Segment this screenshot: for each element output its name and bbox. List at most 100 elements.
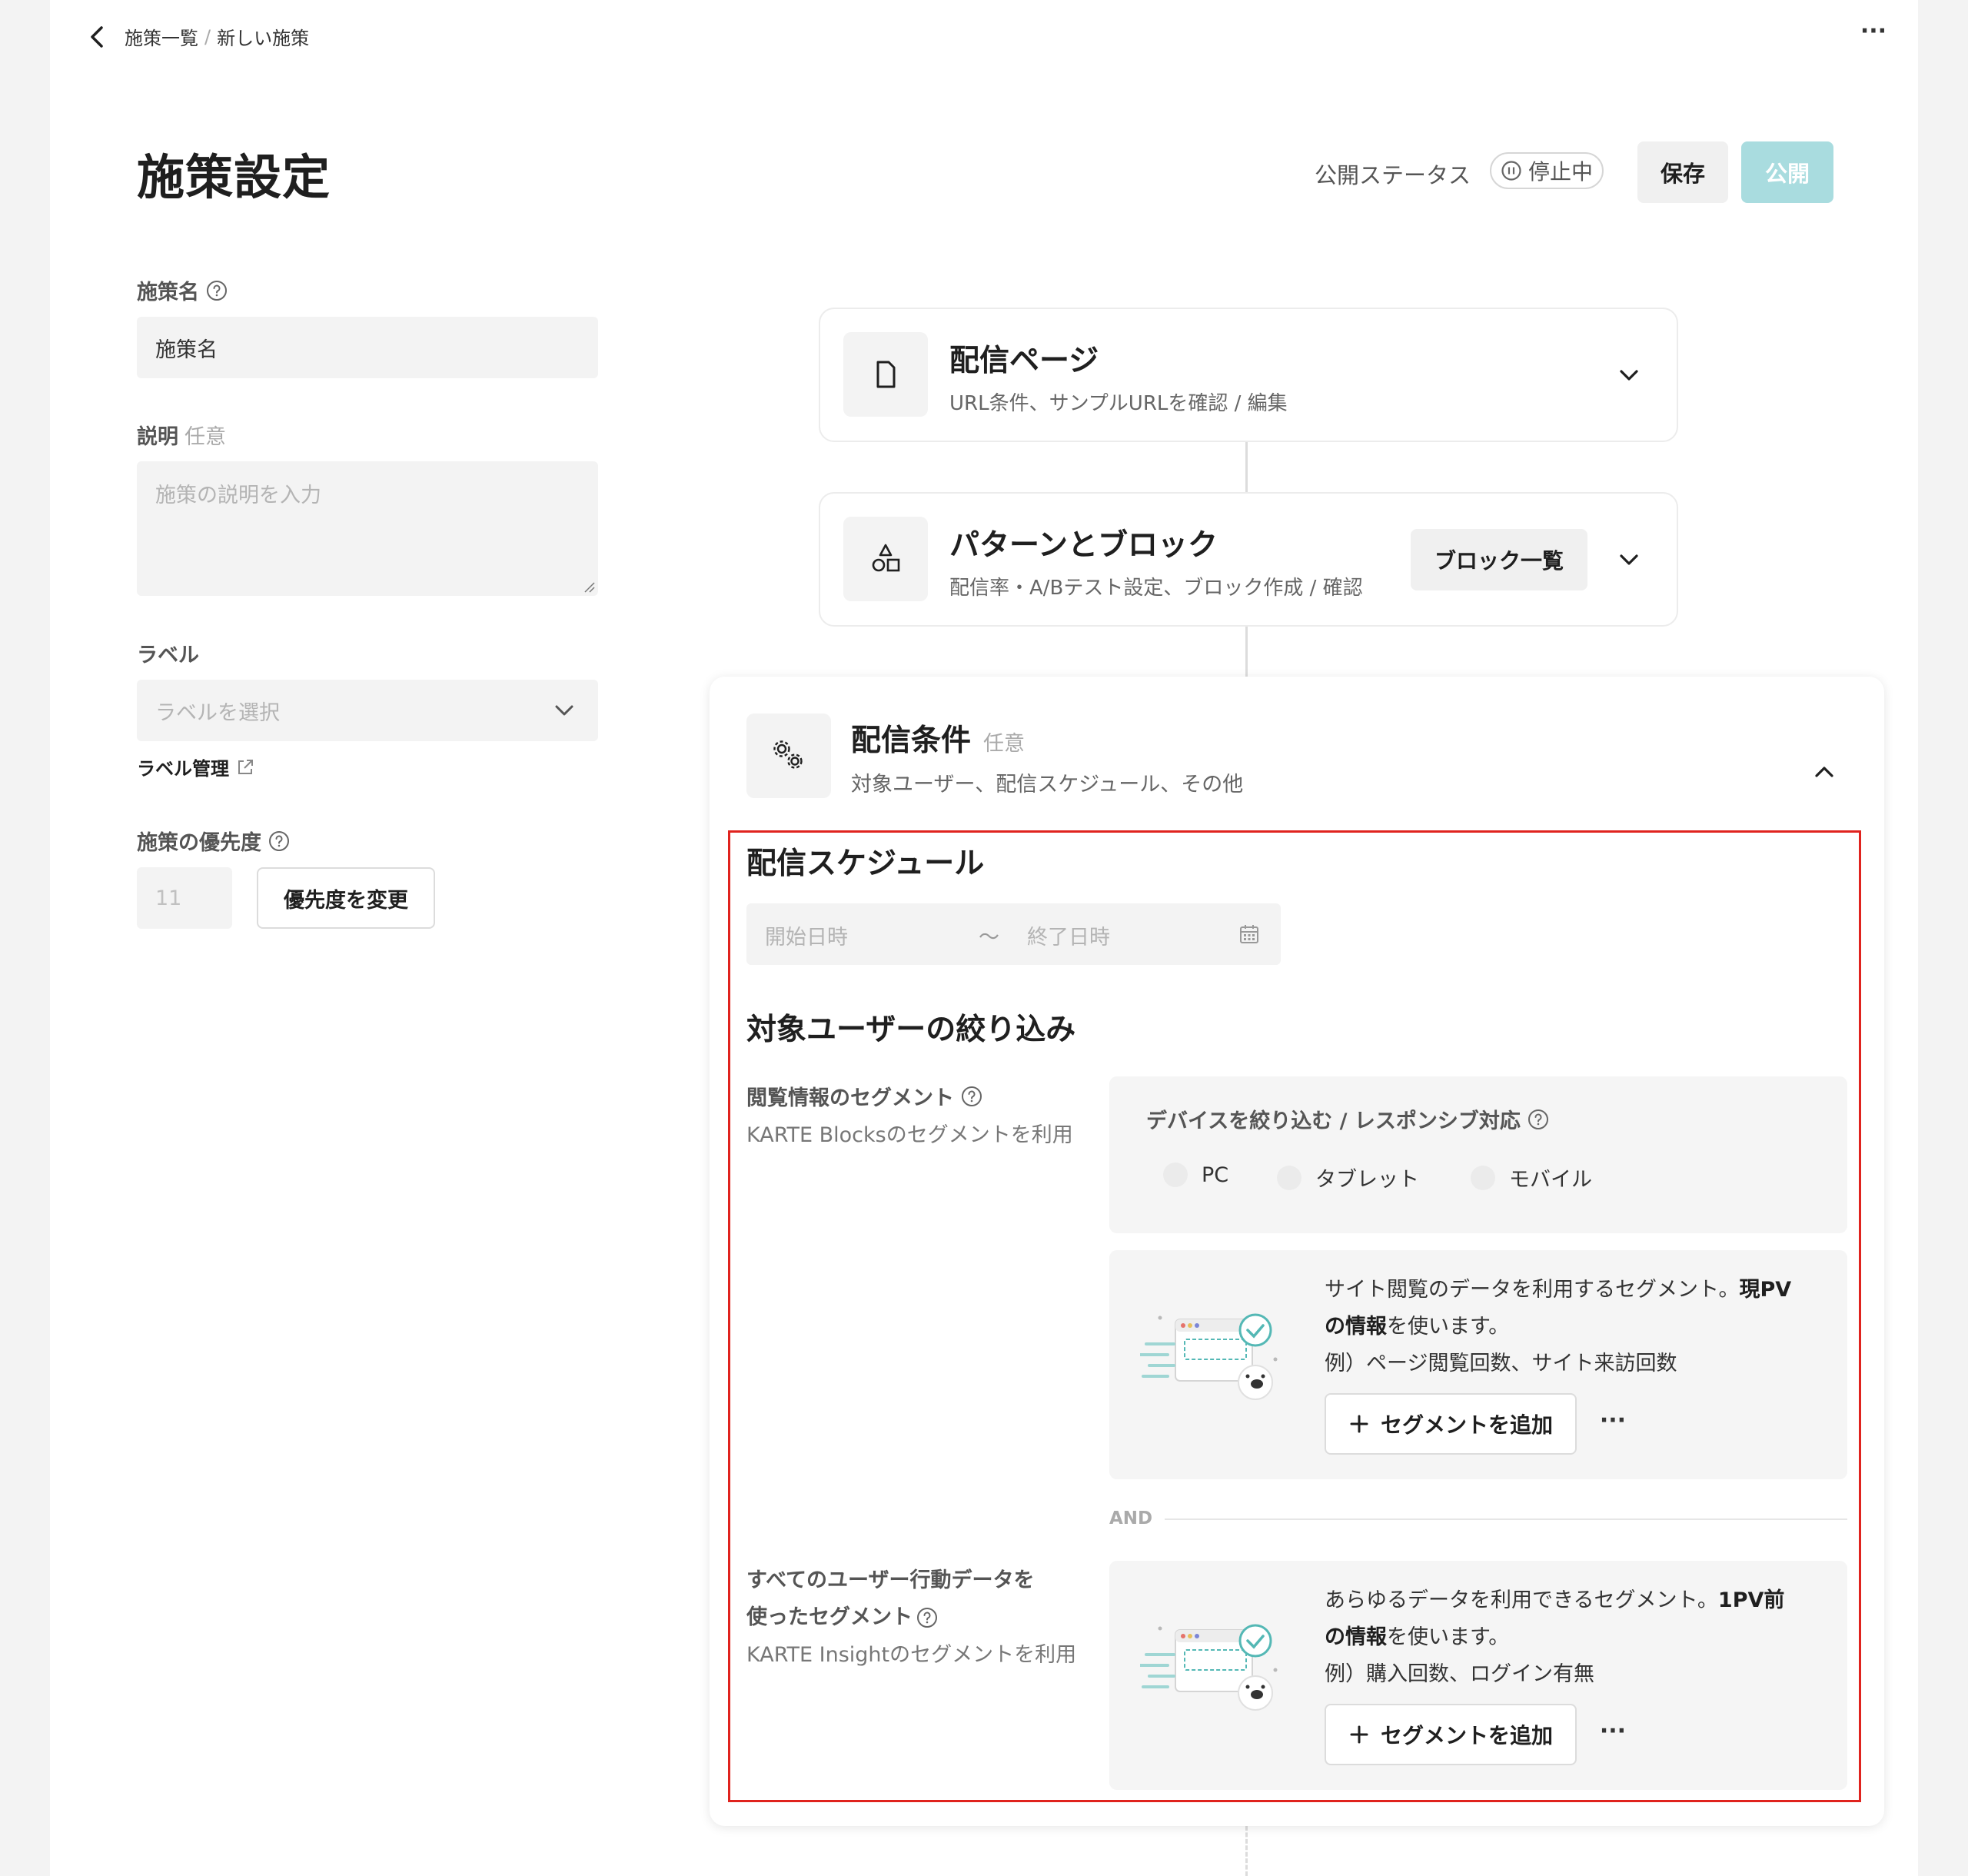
name-input[interactable]: 施策名 [137, 317, 598, 378]
description-text: サイト閲覧のデータを利用するセグメント。 [1325, 1278, 1740, 1302]
plus-icon [1350, 1415, 1368, 1433]
description-bold: 1PV前 [1717, 1588, 1785, 1612]
radio-button[interactable] [1471, 1165, 1495, 1190]
chevron-down-icon[interactable] [1614, 544, 1644, 575]
help-icon[interactable] [916, 1606, 939, 1629]
help-icon[interactable] [960, 1085, 983, 1108]
add-segment-button[interactable]: セグメントを追加 [1325, 1393, 1577, 1455]
breadcrumb-separator: / [204, 25, 211, 48]
pattern-block-title: パターンとブロック [949, 528, 1218, 563]
insight-segment-label-line1: すべてのユーザー行動データを [746, 1568, 1035, 1592]
radio-button[interactable] [1277, 1165, 1301, 1190]
delivery-page-subtitle: URL条件、サンプルURLを確認 / 編集 [949, 392, 1288, 415]
segment-more-button[interactable]: ··· [1594, 1718, 1632, 1745]
browse-segment-description: サイト閲覧のデータを利用するセグメント。現PV の情報を使います。 例）ページ閲… [1325, 1272, 1832, 1382]
description-example: 例）ページ閲覧回数、サイト来訪回数 [1325, 1352, 1677, 1375]
browse-segment-subtitle: KARTE Blocksのセグメントを利用 [746, 1123, 1073, 1147]
help-icon[interactable] [268, 830, 291, 853]
device-option-label: タブレット [1315, 1168, 1419, 1192]
pattern-block-card[interactable]: パターンとブロック 配信率・A/Bテスト設定、ブロック作成 / 確認 ブロック一… [819, 492, 1678, 627]
insight-segment-label: すべてのユーザー行動データを 使ったセグメント [746, 1562, 1035, 1636]
description-field-label: 説明 任意 [137, 420, 226, 450]
delivery-condition-heading: 配信条件 任意 [851, 717, 1025, 760]
add-segment-button[interactable]: セグメントを追加 [1325, 1704, 1577, 1765]
description-text: を使います。 [1387, 1315, 1510, 1339]
insight-segment-label-line2-wrap: 使ったセグメント [746, 1599, 939, 1636]
card-icon-box [746, 713, 831, 798]
label-select[interactable]: ラベルを選択 [137, 680, 598, 741]
insight-segment-label-line2: 使ったセグメント [746, 1605, 913, 1629]
card-icon-box [843, 332, 928, 417]
insight-segment-subtitle: KARTE Insightのセグメントを利用 [746, 1643, 1077, 1667]
description-bold: の情報 [1325, 1315, 1387, 1339]
segment-more-button[interactable]: ··· [1594, 1407, 1632, 1434]
schedule-title: 配信スケジュール [746, 847, 985, 881]
device-option-mobile[interactable]: モバイル [1471, 1163, 1592, 1192]
add-segment-label: セグメントを追加 [1380, 1723, 1553, 1748]
description-bold: の情報 [1325, 1625, 1387, 1649]
status-badge-text: 停止中 [1528, 159, 1594, 185]
name-label-text: 施策名 [137, 281, 199, 304]
delivery-page-card[interactable]: 配信ページ URL条件、サンプルURLを確認 / 編集 [819, 308, 1678, 442]
and-divider-label: AND [1109, 1508, 1153, 1528]
external-link-icon [238, 759, 253, 774]
description-label-text: 説明 [137, 425, 178, 449]
pattern-block-subtitle: 配信率・A/Bテスト設定、ブロック作成 / 確認 [949, 577, 1363, 600]
plus-icon [1350, 1725, 1368, 1744]
name-field-label: 施策名 [137, 275, 228, 305]
more-menu-button[interactable]: ··· [1857, 20, 1890, 51]
chevron-down-icon [555, 705, 573, 716]
browse-segment-label-text: 閲覧情報のセグメント [746, 1086, 954, 1110]
save-button[interactable]: 保存 [1637, 141, 1728, 203]
radio-button[interactable] [1163, 1163, 1188, 1187]
end-date-placeholder: 終了日時 [1027, 926, 1110, 950]
description-bold: 現PV [1739, 1278, 1792, 1302]
priority-value: 11 [155, 886, 182, 910]
device-filter-title-text: デバイスを絞り込む / レスポンシブ対応 [1146, 1109, 1521, 1133]
targeting-title: 対象ユーザーの絞り込み [746, 1013, 1076, 1047]
breadcrumb-item-list[interactable]: 施策一覧 [125, 23, 198, 50]
document-icon [876, 361, 896, 388]
page-title: 施策設定 [137, 149, 331, 205]
device-option-tablet[interactable]: タブレット [1277, 1163, 1419, 1192]
shapes-icon [872, 544, 900, 572]
device-panel: デバイスを絞り込む / レスポンシブ対応 PC タブレット モバイル [1109, 1076, 1847, 1233]
device-option-pc[interactable]: PC [1163, 1163, 1228, 1187]
publish-status-label: 公開ステータス [1315, 162, 1471, 188]
name-input-value: 施策名 [155, 338, 218, 362]
description-text: あらゆるデータを利用できるセグメント。 [1325, 1588, 1718, 1612]
insight-segment-panel: あらゆるデータを利用できるセグメント。1PV前 の情報を使います。 例）購入回数… [1109, 1561, 1847, 1790]
label-label-text: ラベル [137, 644, 199, 667]
description-textarea[interactable]: 施策の説明を入力 [137, 461, 598, 596]
flow-connector [1245, 442, 1248, 493]
description-example: 例）購入回数、ログイン有無 [1325, 1662, 1594, 1686]
calendar-icon[interactable] [1238, 923, 1260, 945]
chevron-down-icon[interactable] [1614, 360, 1644, 391]
delivery-condition-title: 配信条件 [851, 723, 972, 758]
block-list-button[interactable]: ブロック一覧 [1411, 529, 1587, 590]
optional-tag: 任意 [184, 425, 226, 449]
start-date-placeholder: 開始日時 [765, 926, 848, 950]
optional-tag: 任意 [983, 732, 1026, 756]
change-priority-button[interactable]: 優先度を変更 [257, 867, 435, 929]
breadcrumb-item-current: 新しい施策 [217, 28, 310, 49]
back-arrow-icon[interactable] [85, 22, 112, 52]
description-placeholder: 施策の説明を入力 [155, 484, 321, 507]
priority-field-label: 施策の優先度 [137, 826, 291, 856]
segment-illustration-icon [1140, 1313, 1278, 1400]
priority-label-text: 施策の優先度 [137, 831, 261, 855]
publish-button[interactable]: 公開 [1741, 141, 1833, 203]
card-icon-box [843, 517, 928, 601]
breadcrumb: 施策一覧 / 新しい施策 [125, 23, 309, 50]
help-icon[interactable] [1527, 1108, 1550, 1131]
range-tilde: 〜 [979, 926, 999, 950]
flow-connector [1245, 627, 1248, 677]
date-range-picker[interactable]: 開始日時 〜 終了日時 [746, 903, 1281, 965]
page: 施策一覧 / 新しい施策 ··· 施策設定 公開ステータス 停止中 保存 公開 … [50, 0, 1918, 1876]
chevron-up-icon[interactable] [1809, 757, 1840, 787]
pause-icon [1501, 161, 1521, 181]
segment-illustration-icon [1140, 1624, 1278, 1711]
label-manage-link[interactable]: ラベル管理 [137, 753, 255, 780]
help-icon[interactable] [205, 279, 228, 302]
resize-grip-icon[interactable] [583, 580, 595, 593]
